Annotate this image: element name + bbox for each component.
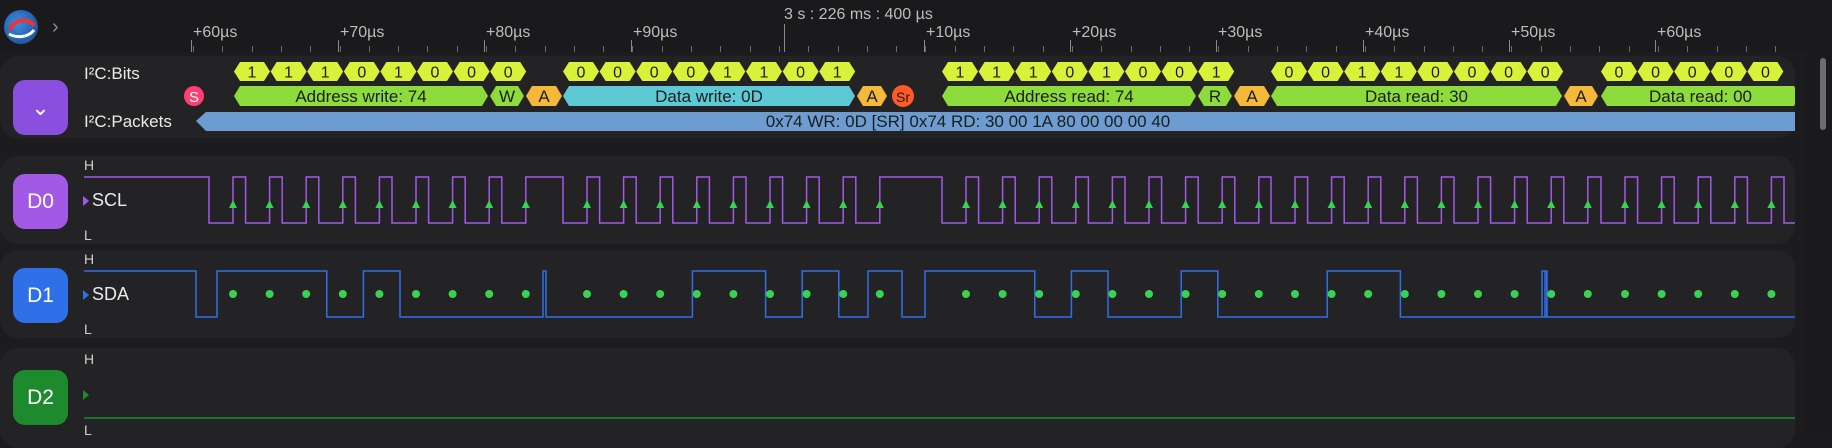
scl-edge-marker: [802, 200, 811, 208]
scl-edge-marker: [619, 200, 628, 208]
scl-edge-marker: [485, 200, 494, 208]
waveform-area[interactable]: [0, 0, 1795, 433]
scl-edge-marker: [583, 200, 591, 208]
sda-sample-dot: [1181, 290, 1190, 298]
scl-edge-marker: [1181, 200, 1190, 208]
scrollbar-thumb[interactable]: [1820, 58, 1826, 130]
scl-edge-marker: [1291, 200, 1299, 208]
scl-edge-marker: [521, 200, 530, 208]
sda-sample-dot: [265, 290, 274, 298]
sda-sample-dot: [1364, 290, 1373, 298]
sda-sample-dot: [1730, 290, 1739, 298]
scl-edge-marker: [839, 200, 848, 208]
scl-edge-marker: [375, 200, 384, 208]
scl-edge-marker: [1071, 200, 1080, 208]
scl-edge-marker: [1218, 200, 1227, 208]
sda-sample-dot: [485, 290, 494, 298]
sda-sample-dot: [1474, 290, 1482, 298]
scl-edge-marker: [1583, 200, 1592, 208]
sda-sample-dot: [962, 290, 970, 298]
sda-sample-dot: [1583, 290, 1592, 298]
sda-sample-dot: [1694, 290, 1703, 298]
sda-sample-dot: [1400, 290, 1409, 298]
sda-sample-dot: [802, 290, 811, 298]
sda-sample-dot: [375, 290, 384, 298]
sda-sample-dot: [1327, 290, 1336, 298]
scl-edge-marker: [448, 200, 457, 208]
scl-edge-marker: [1035, 200, 1044, 208]
scl-edge-marker: [1510, 200, 1519, 208]
sda-sample-dot: [766, 290, 774, 298]
sda-sample-dot: [1071, 290, 1080, 298]
sda-sample-dot: [692, 290, 701, 298]
scl-edge-marker: [1108, 200, 1117, 208]
scl-edge-marker: [1400, 200, 1409, 208]
scl-edge-marker: [338, 200, 347, 208]
scl-edge-marker: [1364, 200, 1373, 208]
sda-sample-dot: [1291, 290, 1299, 298]
scl-edge-marker: [1145, 200, 1153, 208]
scl-edge-marker: [1437, 200, 1446, 208]
sda-sample-dot: [1145, 290, 1153, 298]
scl-edge-marker: [1730, 200, 1739, 208]
sda-sample-dot: [656, 290, 665, 298]
scl-edge-marker: [1657, 200, 1666, 208]
scl-edge-marker: [766, 200, 774, 208]
scl-edge-marker: [656, 200, 665, 208]
sda-sample-dot: [448, 290, 457, 298]
sda-sample-dot: [1510, 290, 1519, 298]
scl-edge-marker: [962, 200, 970, 208]
sda-sample-dot: [521, 290, 530, 298]
sda-sample-dot: [619, 290, 628, 298]
scl-edge-marker: [1767, 200, 1776, 208]
scl-edge-marker: [302, 200, 311, 208]
scl-edge-marker: [692, 200, 701, 208]
sda-sample-dot: [1218, 290, 1227, 298]
sda-sample-dot: [338, 290, 347, 298]
sda-sample-dot: [1254, 290, 1263, 298]
scl-edge-marker: [1327, 200, 1336, 208]
scl-edge-marker: [1474, 200, 1482, 208]
scl-edge-marker: [1254, 200, 1263, 208]
sda-sample-dot: [839, 290, 848, 298]
sda-sample-dot: [1108, 290, 1117, 298]
scl-edge-marker: [729, 200, 738, 208]
sda-sample-dot: [1547, 290, 1556, 298]
sda-sample-dot: [302, 290, 311, 298]
sda-sample-dot: [729, 290, 738, 298]
sda-sample-dot: [1437, 290, 1446, 298]
scl-edge-marker: [1621, 200, 1629, 208]
sda-sample-dot: [875, 290, 884, 298]
sda-sample-dot: [1657, 290, 1666, 298]
sda-sample-dot: [998, 290, 1007, 298]
scl-edge-marker: [998, 200, 1007, 208]
scl-edge-marker: [412, 200, 420, 208]
sda-sample-dot: [412, 290, 420, 298]
vertical-scrollbar[interactable]: [1805, 52, 1832, 433]
scl-edge-marker: [265, 200, 274, 208]
sda-sample-dot: [1035, 290, 1044, 298]
scl-edge-marker: [1694, 200, 1703, 208]
scl-edge-marker: [875, 200, 884, 208]
scl-waveform: [84, 176, 1795, 224]
sda-sample-dot: [583, 290, 591, 298]
sda-sample-dot: [1621, 290, 1629, 298]
scl-edge-marker: [1547, 200, 1556, 208]
scl-edge-marker: [229, 200, 237, 208]
sda-sample-dot: [229, 290, 237, 298]
sda-sample-dot: [1767, 290, 1776, 298]
